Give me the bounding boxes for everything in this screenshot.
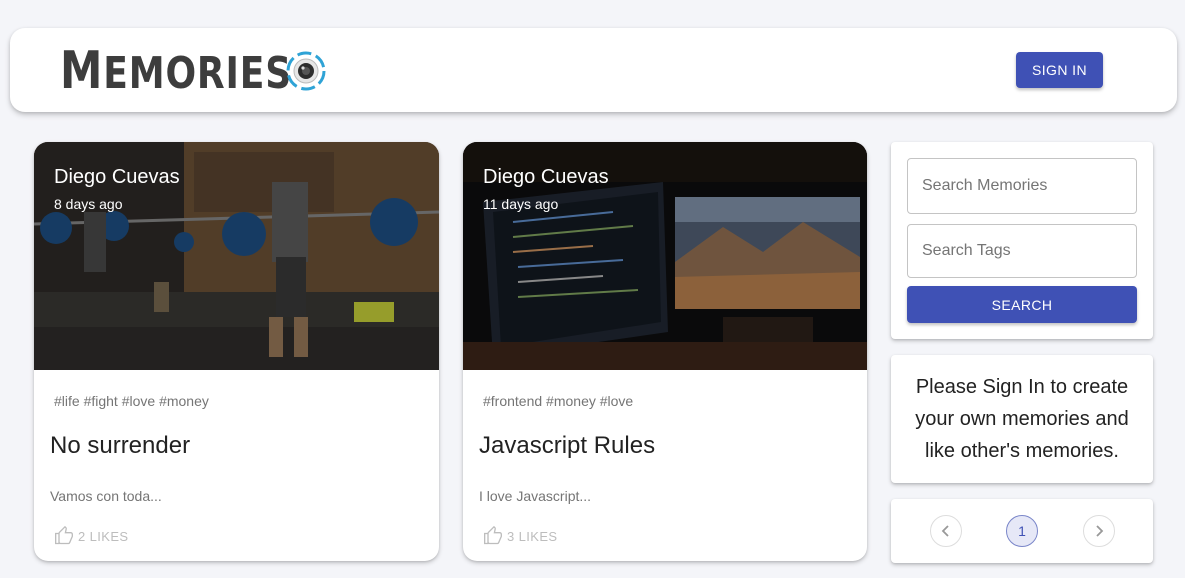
sign-in-button[interactable]: SIGN IN — [1016, 52, 1103, 88]
search-memories-field[interactable] — [907, 158, 1137, 214]
search-button[interactable]: SEARCH — [907, 286, 1137, 323]
card-message: I love Javascript... — [479, 488, 592, 504]
pagination: 1 — [891, 499, 1153, 563]
memory-card[interactable]: Diego Cuevas 11 days ago #frontend #mone… — [463, 142, 867, 561]
card-time: 8 days ago — [54, 196, 123, 212]
thumb-up-icon — [55, 526, 73, 545]
sign-in-notice: Please Sign In to create your own memori… — [915, 376, 1129, 462]
like-button[interactable]: 2 LIKES — [54, 526, 129, 546]
card-author: Diego Cuevas — [483, 166, 609, 188]
brand-title[interactable]: MEMORIES — [60, 45, 293, 99]
card-tags: #life #fight #love #money — [54, 393, 209, 409]
camera-lens-icon — [286, 51, 326, 91]
card-time: 11 days ago — [483, 196, 559, 212]
card-title: No surrender — [50, 432, 191, 459]
search-tags-input[interactable] — [908, 225, 1136, 277]
card-message: Vamos con toda... — [50, 488, 162, 504]
card-tags: #frontend #money #love — [483, 393, 634, 409]
search-panel: SEARCH — [891, 142, 1153, 339]
like-count: 3 LIKES — [507, 528, 558, 544]
brand-title-rest: EMORIES — [103, 48, 293, 99]
page-button-current[interactable]: 1 — [1006, 515, 1038, 547]
like-count: 2 LIKES — [78, 528, 129, 544]
next-page-button[interactable] — [1083, 515, 1115, 547]
card-title: Javascript Rules — [479, 432, 656, 459]
search-memories-input[interactable] — [908, 159, 1136, 213]
like-button[interactable]: 3 LIKES — [483, 526, 558, 546]
memory-card[interactable]: Diego Cuevas 8 days ago #life #fight #lo… — [34, 142, 439, 561]
thumb-up-icon — [484, 526, 502, 545]
card-author: Diego Cuevas — [54, 166, 180, 188]
sign-in-notice-panel: Please Sign In to create your own memori… — [891, 355, 1153, 483]
app-bar: MEMORIES SIGN IN — [10, 28, 1177, 112]
previous-page-button[interactable] — [930, 515, 962, 547]
brand-title-initial: M — [60, 41, 104, 101]
chevron-right-icon — [1096, 525, 1104, 537]
search-tags-field[interactable] — [907, 224, 1137, 278]
chevron-left-icon — [941, 525, 949, 537]
